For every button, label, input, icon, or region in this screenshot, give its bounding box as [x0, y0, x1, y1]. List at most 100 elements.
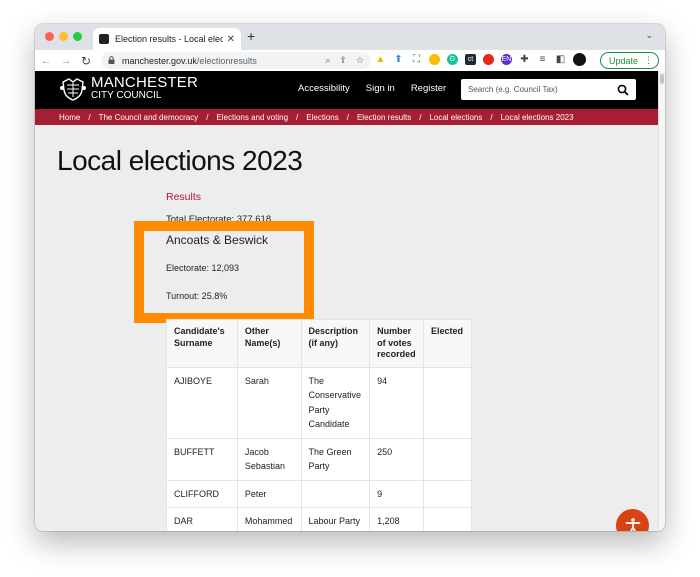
accessibility-person-icon — [625, 517, 640, 531]
search-placeholder: Search (e.g. Council Tax) — [468, 85, 558, 94]
nav-sign-in-link[interactable]: Sign in — [366, 83, 395, 94]
google-drive-extension-icon[interactable]: ▲ — [375, 54, 386, 65]
side-panel-icon[interactable]: ◧ — [555, 54, 566, 65]
cell-elected — [423, 507, 472, 531]
top-nav: Accessibility Sign in Register — [298, 83, 446, 94]
forward-button[interactable]: → — [57, 55, 75, 67]
cell-votes: 94 — [369, 366, 425, 439]
breadcrumb-separator: / — [88, 112, 91, 122]
lock-icon[interactable] — [108, 55, 115, 66]
tab-strip: Election results - Local election ✕ + ⌄ — [35, 24, 665, 50]
cell-other-names: Peter — [236, 479, 302, 508]
cell-description — [300, 479, 371, 508]
cell-votes: 9 — [369, 479, 425, 508]
close-tab-icon[interactable]: ✕ — [227, 34, 235, 45]
extension-blue-arrow-icon[interactable]: ⬆ — [393, 54, 404, 65]
cell-elected — [423, 437, 472, 481]
maximize-window-button[interactable] — [73, 32, 82, 41]
header-elected: Elected — [423, 319, 472, 368]
breadcrumb-link[interactable]: Home — [59, 113, 80, 122]
header-votes: Number of votes recorded — [369, 319, 425, 368]
table-row: BUFFETT Jacob Sebastian The Green Party 250 — [166, 437, 472, 481]
site-search-input[interactable]: Search (e.g. Council Tax) — [461, 79, 636, 100]
results-table: Candidate's Surname Other Name(s) Descri… — [166, 319, 472, 531]
breadcrumb-link[interactable]: Election results — [357, 113, 411, 122]
coat-of-arms-icon — [60, 78, 86, 101]
breadcrumb-separator: / — [490, 112, 493, 122]
breadcrumb-separator: / — [419, 112, 422, 122]
nav-accessibility-link[interactable]: Accessibility — [298, 83, 350, 94]
browser-window: Election results - Local election ✕ + ⌄ … — [35, 24, 665, 531]
reload-button[interactable]: ↻ — [77, 54, 95, 68]
cell-votes: 1,208 — [369, 507, 425, 531]
table-header-row: Candidate's Surname Other Name(s) Descri… — [166, 319, 472, 368]
breadcrumb: Home / The Council and democracy / Elections… — [35, 109, 665, 125]
tab-search-chevron-icon[interactable]: ⌄ — [645, 30, 653, 41]
extensions-bar: ▲ ⬆ ⛶ Gct EN ✚ ≡ ◧ — [375, 53, 586, 66]
page-scrollbar[interactable] — [658, 71, 665, 531]
cell-surname: DAR — [166, 507, 238, 531]
profile-avatar-icon[interactable] — [573, 53, 586, 66]
screenshot-extension-icon[interactable]: ⛶ — [411, 54, 422, 65]
cell-votes: 250 — [369, 437, 425, 481]
cell-description: The Green Party — [300, 437, 371, 481]
url-text[interactable]: manchester.gov.uk/electionresults — [122, 56, 316, 66]
cell-surname: AJIBOYE — [166, 366, 238, 439]
ward-turnout: Turnout: 25.8% — [166, 291, 228, 301]
search-icon[interactable] — [617, 84, 629, 96]
update-label: Update — [608, 55, 638, 66]
header-other-names: Other Name(s) — [236, 319, 302, 368]
grammarly-extension-icon[interactable]: G — [447, 54, 458, 65]
site-header: MANCHESTER CITY COUNCIL Accessibility Si… — [35, 71, 665, 109]
cell-surname: BUFFETT — [166, 437, 238, 481]
browser-tab-active[interactable]: Election results - Local election ✕ — [93, 28, 241, 50]
record-extension-icon[interactable] — [483, 54, 494, 65]
table-row: CLIFFORD Peter 9 — [166, 479, 472, 508]
keep-extension-icon[interactable] — [429, 54, 440, 65]
cell-surname: CLIFFORD — [166, 479, 238, 508]
new-tab-button[interactable]: + — [247, 28, 255, 44]
en-extension-icon[interactable]: EN — [501, 54, 512, 65]
address-bar[interactable]: manchester.gov.uk/electionresults ⌕ ⇪ ☆ — [101, 52, 371, 69]
breadcrumb-link[interactable]: Elections and voting — [216, 113, 288, 122]
reading-list-icon[interactable]: ≡ — [537, 54, 548, 65]
logo-line2: CITY COUNCIL — [91, 90, 162, 101]
breadcrumb-separator: / — [346, 112, 349, 122]
accessibility-tools-button[interactable] — [616, 509, 649, 531]
results-link[interactable]: Results — [166, 191, 201, 203]
close-window-button[interactable] — [45, 32, 54, 41]
header-description: Description (if any) — [300, 319, 371, 368]
manchester-city-council-logo[interactable]: MANCHESTER CITY COUNCIL — [59, 74, 199, 102]
ward-name: Ancoats & Beswick — [166, 233, 269, 247]
cell-description: Labour Party — [300, 507, 371, 531]
breadcrumb-link[interactable]: The Council and democracy — [99, 113, 199, 122]
table-row: AJIBOYE Sarah The Conservative Party Candi… — [166, 366, 472, 439]
cell-elected — [423, 479, 472, 508]
council-favicon-icon — [99, 34, 109, 44]
minimize-window-button[interactable] — [59, 32, 68, 41]
zoom-icon[interactable]: ⌕ — [325, 55, 330, 66]
breadcrumb-separator: / — [206, 112, 209, 122]
logo-line1: MANCHESTER — [91, 74, 199, 91]
nav-register-link[interactable]: Register — [411, 83, 446, 94]
bookmark-star-icon[interactable]: ☆ — [356, 55, 364, 66]
breadcrumb-link[interactable]: Elections — [306, 113, 338, 122]
update-button[interactable]: Update ⋮ — [599, 52, 659, 69]
results-table-container[interactable]: Candidate's Surname Other Name(s) Descri… — [166, 319, 472, 531]
header-surname: Candidate's Surname — [166, 319, 238, 368]
extensions-puzzle-icon[interactable]: ✚ — [519, 54, 530, 65]
breadcrumb-link[interactable]: Local elections 2023 — [501, 113, 574, 122]
breadcrumb-separator: / — [296, 112, 299, 122]
tab-title: Election results - Local election — [115, 34, 223, 44]
cell-other-names: Sarah — [236, 366, 302, 439]
browser-toolbar: ← → ↻ manchester.gov.uk/electionresults … — [35, 50, 665, 71]
share-icon[interactable]: ⇪ — [339, 55, 347, 66]
back-button[interactable]: ← — [37, 55, 55, 67]
browser-menu-icon[interactable]: ⋮ — [644, 55, 653, 66]
scrollbar-thumb[interactable] — [660, 74, 664, 84]
ct-extension-icon[interactable]: ct — [465, 54, 476, 65]
breadcrumb-link[interactable]: Local elections — [429, 113, 482, 122]
page-title: Local elections 2023 — [57, 145, 303, 176]
cell-elected — [423, 366, 472, 439]
table-row: DARMohammed MajidLabour Party1,208 — [166, 507, 472, 531]
